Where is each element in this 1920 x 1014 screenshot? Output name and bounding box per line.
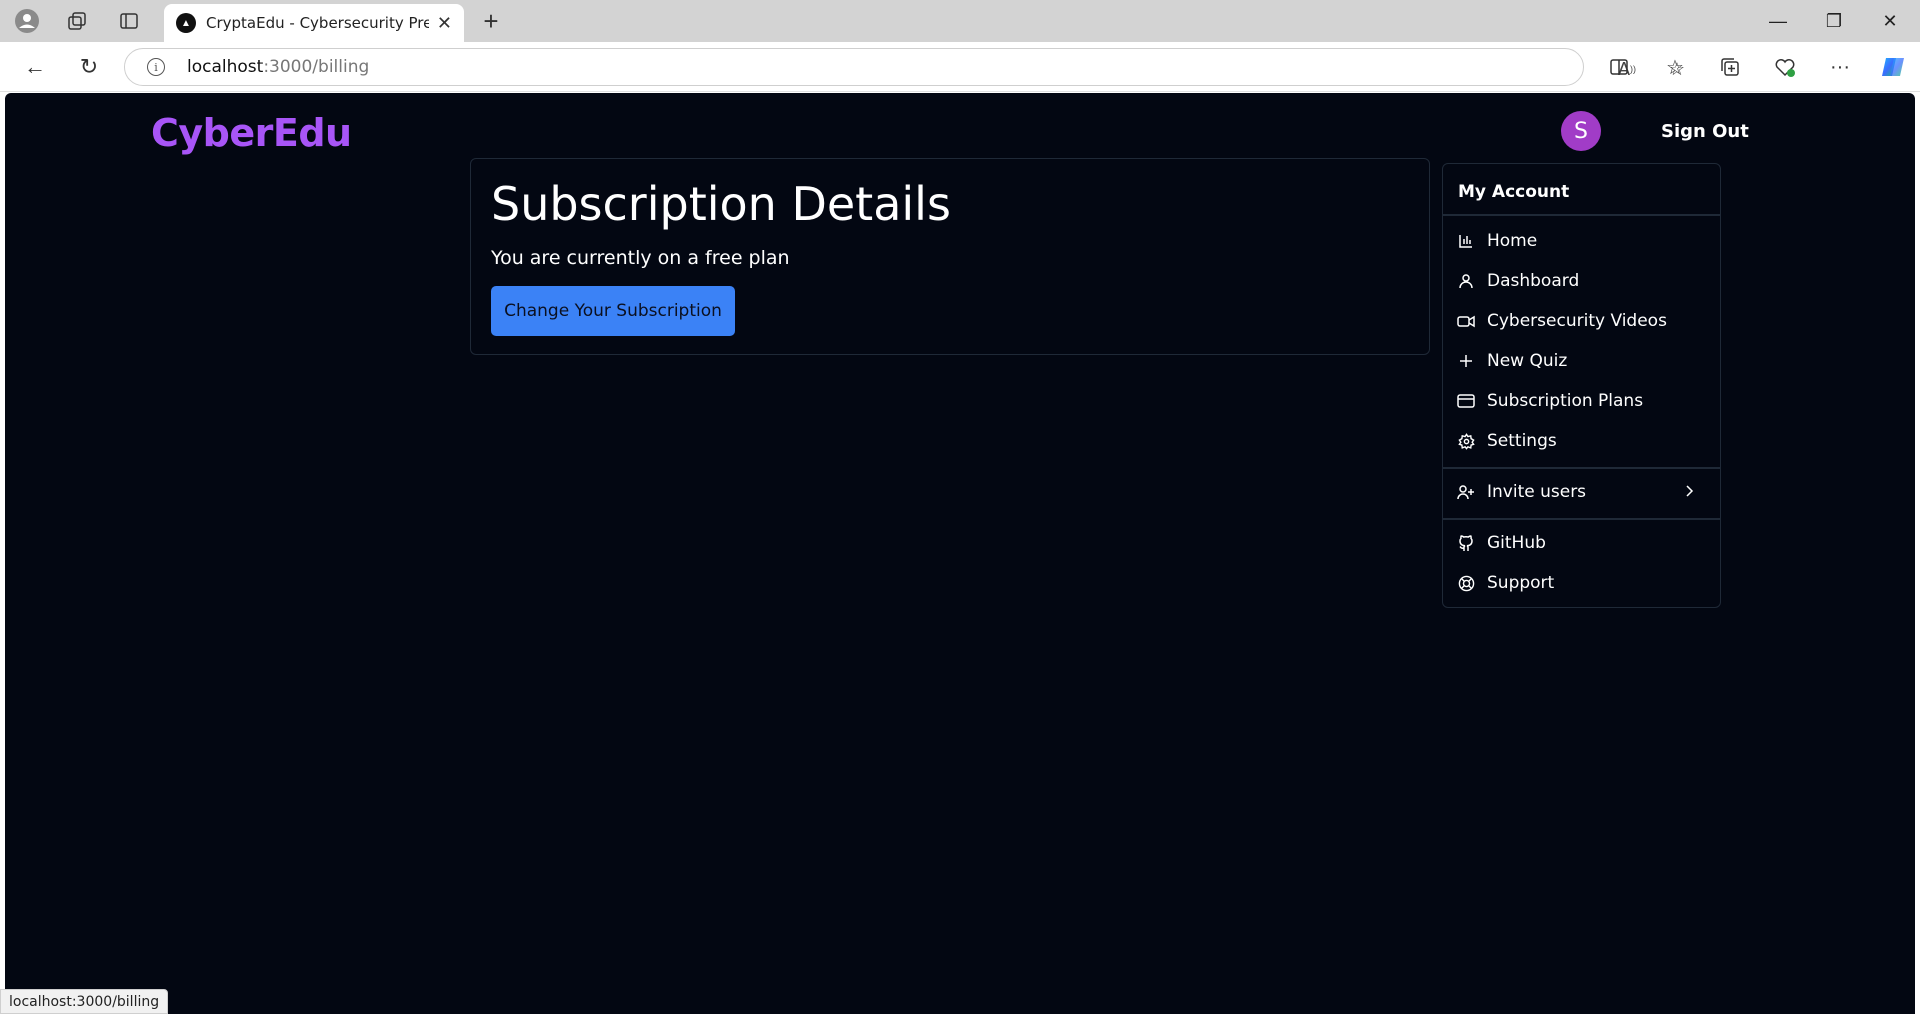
page-title: Subscription Details bbox=[491, 177, 951, 231]
split-screen-icon[interactable] bbox=[1604, 52, 1634, 82]
menu-item-support[interactable]: Support bbox=[1443, 565, 1720, 601]
new-tab-icon[interactable]: + bbox=[476, 6, 506, 36]
web-page: CyberEdu S Sign Out Subscription Details… bbox=[5, 93, 1915, 1014]
account-dropdown-menu: My Account Home Dashboard Cybersecurity … bbox=[1442, 163, 1721, 608]
more-options-icon[interactable]: ··· bbox=[1825, 52, 1855, 82]
plus-icon bbox=[1457, 352, 1475, 370]
change-subscription-button[interactable]: Change Your Subscription bbox=[491, 286, 735, 336]
restore-icon[interactable]: ❐ bbox=[1806, 0, 1862, 42]
status-url-tooltip: localhost:3000/billing bbox=[0, 989, 169, 1014]
address-bar[interactable]: i localhost:3000/billing A)) ☆ bbox=[124, 48, 1685, 86]
site-favicon-icon: ▲ bbox=[176, 13, 196, 33]
menu-item-label: Settings bbox=[1487, 431, 1557, 451]
gear-icon bbox=[1457, 432, 1475, 450]
user-icon bbox=[1457, 272, 1475, 290]
menu-item-label: Cybersecurity Videos bbox=[1487, 311, 1667, 331]
menu-divider bbox=[1443, 467, 1720, 469]
user-plus-icon bbox=[1457, 483, 1475, 501]
menu-item-github[interactable]: GitHub bbox=[1443, 525, 1720, 561]
menu-heading: My Account bbox=[1458, 182, 1570, 202]
life-buoy-icon bbox=[1457, 574, 1475, 592]
back-icon[interactable]: ← bbox=[20, 52, 50, 82]
menu-item-label: Support bbox=[1487, 573, 1555, 593]
tab-close-icon[interactable]: ✕ bbox=[437, 13, 452, 34]
menu-item-settings[interactable]: Settings bbox=[1443, 423, 1720, 459]
vertical-tabs-icon[interactable] bbox=[114, 6, 144, 36]
credit-card-icon bbox=[1457, 392, 1475, 410]
workspaces-icon[interactable] bbox=[62, 6, 92, 36]
menu-divider bbox=[1443, 518, 1720, 520]
menu-item-subscription-plans[interactable]: Subscription Plans bbox=[1443, 383, 1720, 419]
menu-item-new-quiz[interactable]: New Quiz bbox=[1443, 343, 1720, 379]
menu-item-label: Subscription Plans bbox=[1487, 391, 1644, 411]
video-icon bbox=[1457, 312, 1475, 330]
menu-item-label: Invite users bbox=[1487, 482, 1587, 502]
profile-icon[interactable] bbox=[12, 6, 42, 36]
menu-item-label: Home bbox=[1487, 231, 1538, 251]
menu-item-invite-users[interactable]: Invite users bbox=[1443, 474, 1720, 510]
plan-description: You are currently on a free plan bbox=[491, 247, 790, 269]
bar-chart-icon bbox=[1457, 232, 1475, 250]
chevron-right-icon bbox=[1682, 483, 1700, 501]
brand-logo[interactable]: CyberEdu bbox=[151, 111, 352, 155]
github-icon bbox=[1457, 534, 1475, 552]
reload-icon[interactable]: ↻ bbox=[74, 52, 104, 82]
active-tab[interactable]: ▲ CryptaEdu - Cybersecurity Preven ✕ bbox=[164, 4, 464, 42]
browser-toolbar: ← ↻ i localhost:3000/billing A)) ☆ ☆ ··· bbox=[0, 42, 1920, 92]
close-window-icon[interactable]: ✕ bbox=[1862, 0, 1918, 42]
minimize-icon[interactable]: — bbox=[1750, 0, 1806, 42]
url-path: :3000/billing bbox=[263, 57, 370, 77]
menu-item-cybersecurity-videos[interactable]: Cybersecurity Videos bbox=[1443, 303, 1720, 339]
tab-title: CryptaEdu - Cybersecurity Preven bbox=[206, 14, 429, 32]
site-info-icon[interactable]: i bbox=[147, 58, 165, 76]
menu-item-label: GitHub bbox=[1487, 533, 1546, 553]
url-host: localhost bbox=[187, 57, 264, 77]
sign-out-button[interactable]: Sign Out bbox=[1661, 121, 1749, 142]
menu-item-dashboard[interactable]: Dashboard bbox=[1443, 263, 1720, 299]
menu-item-home[interactable]: Home bbox=[1443, 223, 1720, 259]
browser-tab-bar: ▲ CryptaEdu - Cybersecurity Preven ✕ + —… bbox=[0, 0, 1920, 42]
menu-item-label: Dashboard bbox=[1487, 271, 1580, 291]
browser-essentials-icon[interactable] bbox=[1770, 52, 1800, 82]
menu-divider bbox=[1443, 214, 1720, 216]
avatar[interactable]: S bbox=[1561, 111, 1601, 151]
subscription-card: Subscription Details You are currently o… bbox=[470, 158, 1430, 355]
favorites-icon[interactable]: ☆ bbox=[1660, 52, 1690, 82]
copilot-icon[interactable] bbox=[1878, 52, 1908, 82]
menu-item-label: New Quiz bbox=[1487, 351, 1568, 371]
collections-icon[interactable] bbox=[1715, 52, 1745, 82]
